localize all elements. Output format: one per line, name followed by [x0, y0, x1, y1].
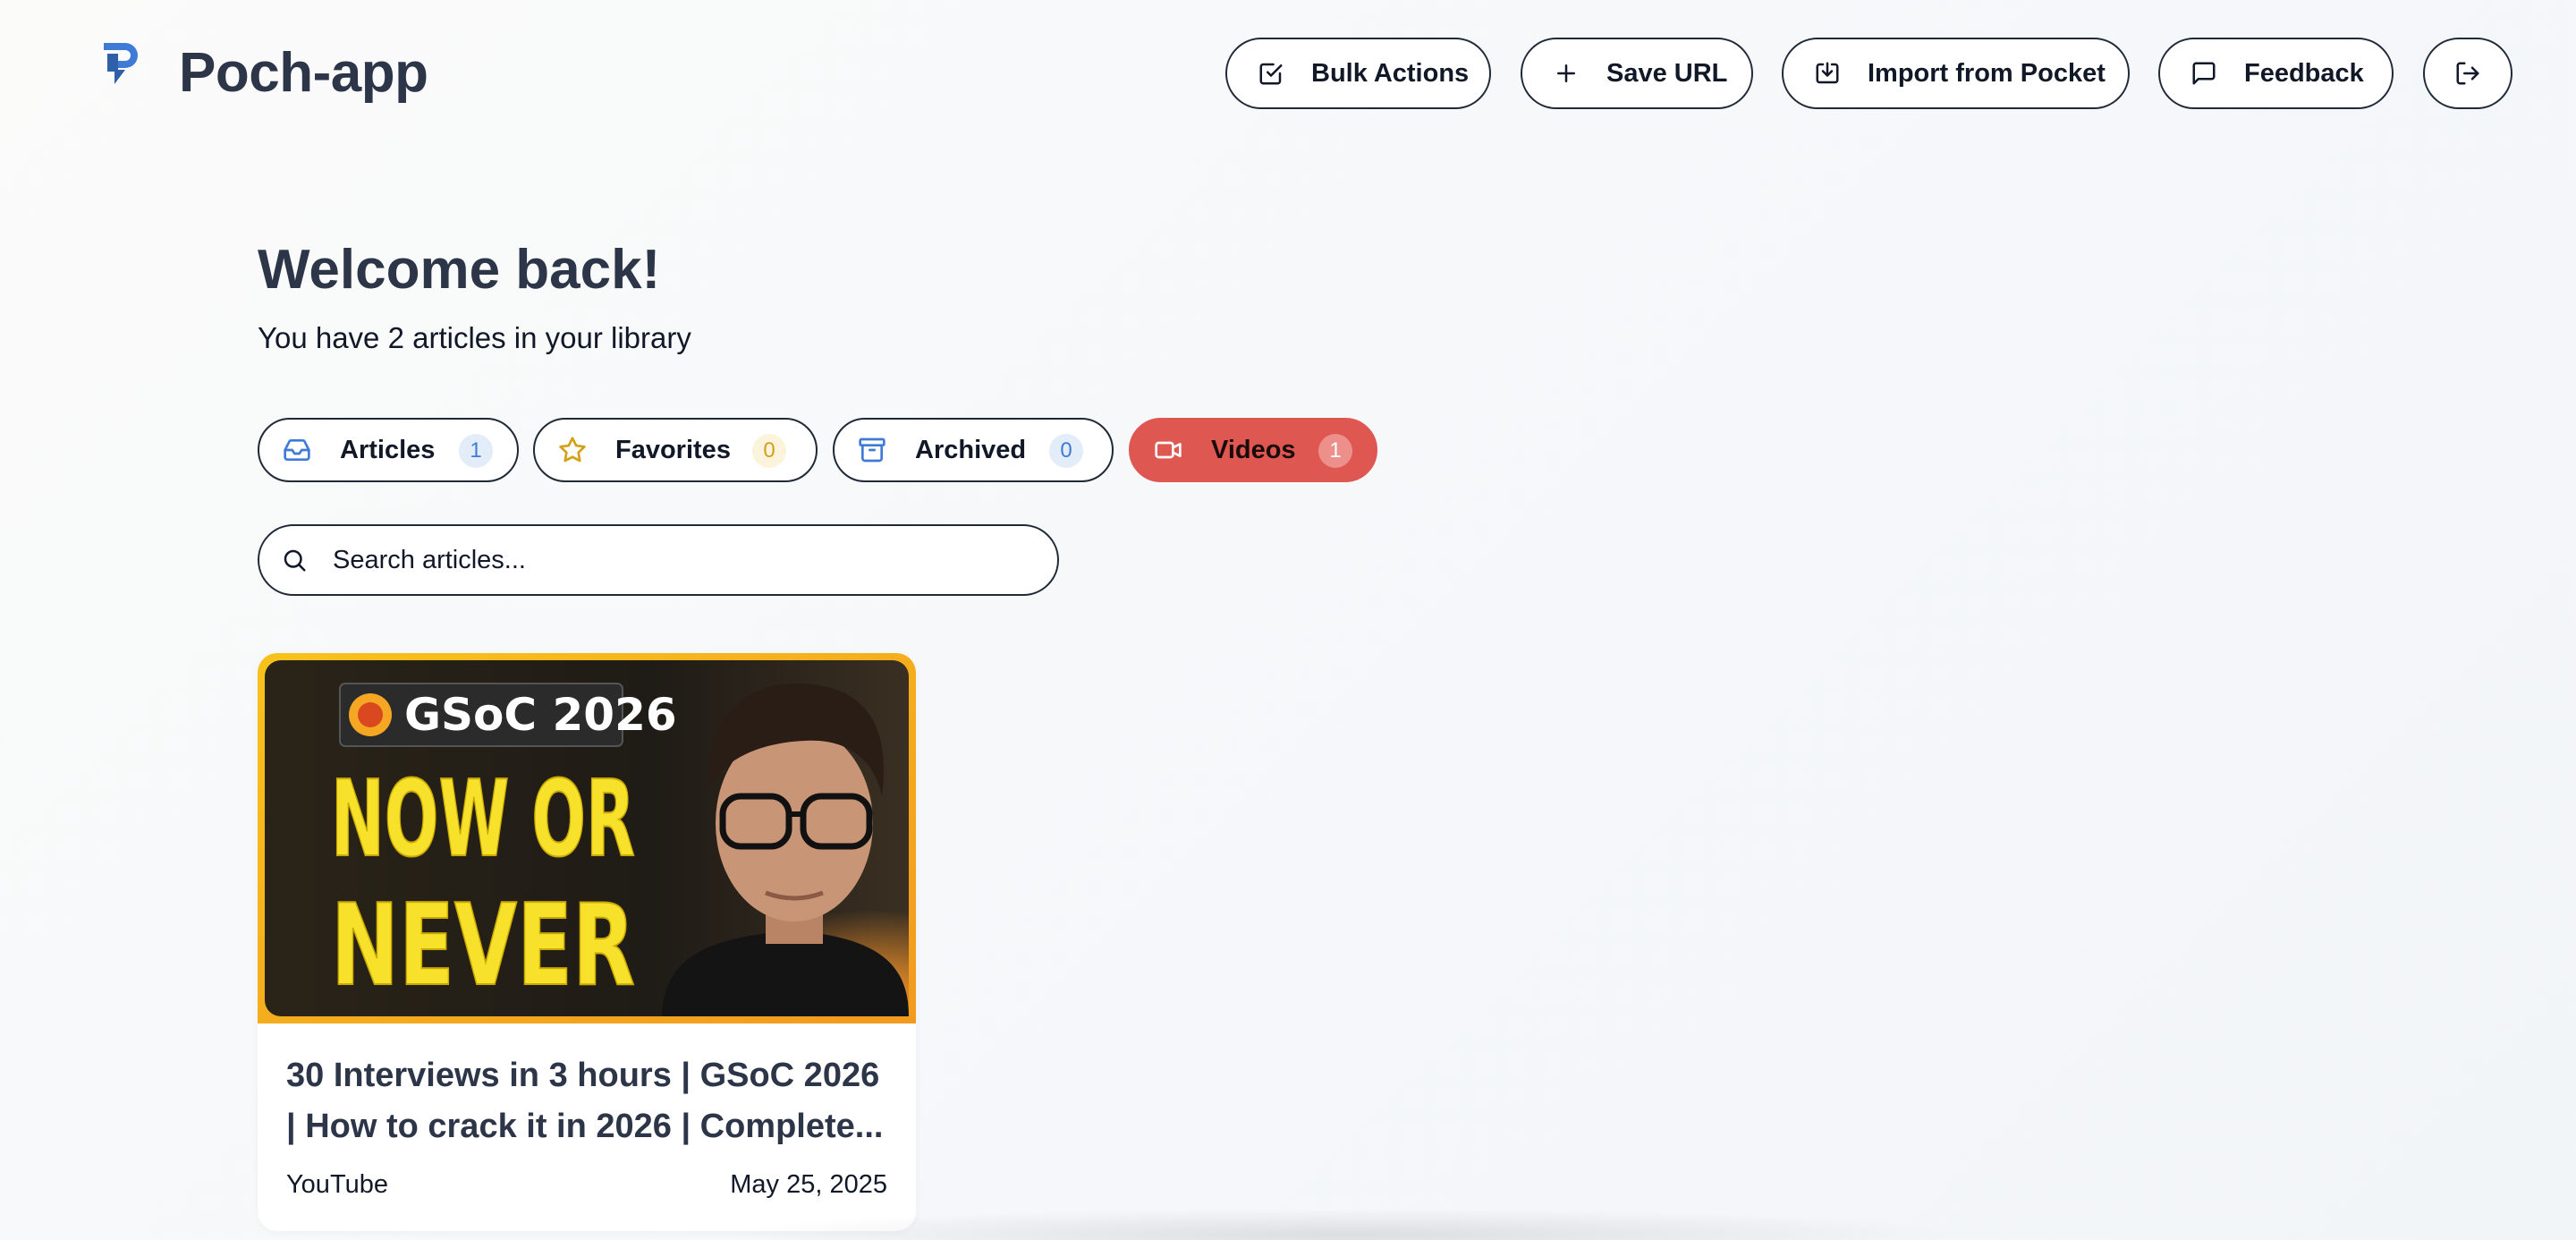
search-icon — [281, 547, 308, 573]
message-square-icon — [2190, 60, 2217, 87]
tab-label: Archived — [915, 435, 1027, 464]
thumbnail-headline-line2: NEVER — [331, 879, 635, 1011]
inbox-icon — [283, 436, 311, 464]
video-icon — [1154, 436, 1182, 464]
search-box[interactable] — [258, 524, 1059, 596]
archive-icon — [858, 436, 886, 464]
download-icon — [1814, 60, 1841, 87]
logout-button[interactable] — [2423, 38, 2512, 109]
checkbox-icon — [1258, 60, 1284, 87]
count-badge: 1 — [1318, 434, 1352, 468]
library-summary: You have 2 articles in your library — [258, 321, 691, 354]
article-title[interactable]: 30 Interviews in 3 hours | GSoC 2026 | H… — [286, 1050, 894, 1152]
app-title: Poch-app — [179, 42, 428, 104]
article-card[interactable]: GSoC 2026 NOW OR NEVER 30 Interviews in … — [258, 653, 916, 1231]
page-title: Welcome back! — [258, 239, 661, 301]
count-badge: 0 — [1049, 434, 1083, 468]
tab-label: Videos — [1211, 435, 1296, 464]
bulk-actions-button[interactable]: Bulk Actions — [1225, 38, 1491, 109]
count-badge: 0 — [752, 434, 786, 468]
tab-label: Articles — [340, 435, 436, 464]
tab-label: Favorites — [615, 435, 731, 464]
top-header: Poch-app Bulk Actions Save URL Import fr… — [0, 0, 2576, 148]
search-input[interactable] — [333, 545, 1013, 575]
tab-favorites[interactable]: Favorites 0 — [533, 418, 818, 482]
poch-logo-icon — [104, 43, 138, 84]
feedback-label: Feedback — [2244, 58, 2364, 88]
import-label: Import from Pocket — [1868, 58, 2106, 88]
tab-archived[interactable]: Archived 0 — [833, 418, 1114, 482]
article-date: May 25, 2025 — [730, 1170, 887, 1199]
count-badge: 1 — [459, 434, 493, 468]
feedback-button[interactable]: Feedback — [2158, 38, 2394, 109]
star-icon — [558, 436, 587, 464]
bottom-shadow — [716, 1208, 1968, 1240]
bulk-actions-label: Bulk Actions — [1311, 58, 1470, 88]
save-url-button[interactable]: Save URL — [1521, 38, 1753, 109]
article-source: YouTube — [286, 1170, 388, 1199]
logout-icon — [2454, 60, 2481, 87]
plus-icon — [1553, 60, 1580, 87]
save-url-label: Save URL — [1606, 58, 1728, 88]
import-from-pocket-button[interactable]: Import from Pocket — [1782, 38, 2130, 109]
tab-articles[interactable]: Articles 1 — [258, 418, 519, 482]
logo[interactable] — [98, 41, 141, 95]
thumbnail-badge-text: GSoC 2026 — [404, 689, 677, 741]
thumbnail-headline-line1: NOW OR — [331, 757, 635, 880]
video-thumbnail[interactable]: GSoC 2026 NOW OR NEVER — [258, 653, 916, 1023]
tab-videos[interactable]: Videos 1 — [1129, 418, 1377, 482]
